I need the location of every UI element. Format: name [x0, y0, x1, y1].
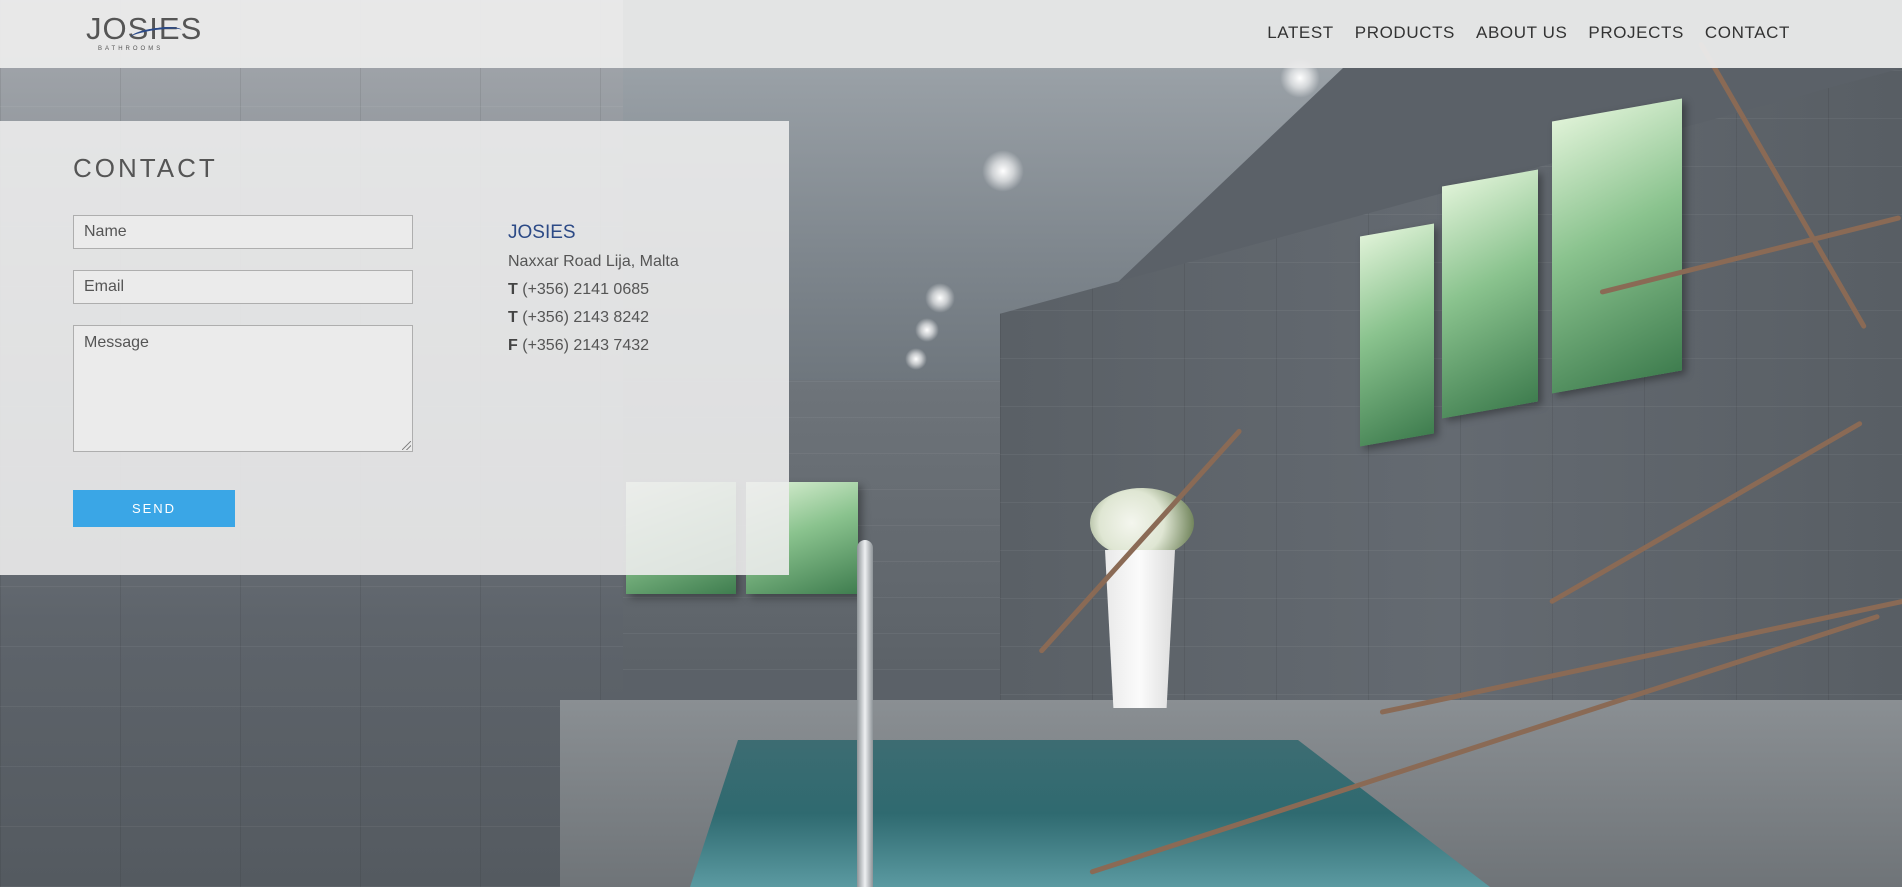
address: Naxxar Road Lija, Malta	[508, 253, 679, 270]
fax-line: F (+356) 2143 7432	[508, 332, 679, 360]
send-button[interactable]: SEND	[73, 490, 235, 527]
fax-prefix: F	[508, 337, 518, 354]
wall-artwork	[1552, 98, 1682, 394]
main-nav: LATEST PRODUCTS ABOUT US PROJECTS CONTAC…	[1267, 23, 1790, 43]
fax-number: (+356) 2143 7432	[522, 337, 650, 354]
contact-panel: CONTACT SEND JOSIES Naxxar Road Lija, Ma…	[0, 121, 789, 575]
phone-line: T (+356) 2141 0685	[508, 276, 679, 304]
company-name: JOSIES	[508, 222, 576, 243]
phone-prefix: T	[508, 281, 518, 298]
email-field[interactable]	[73, 270, 413, 304]
phone-number[interactable]: (+356) 2141 0685	[522, 281, 649, 298]
message-field[interactable]	[73, 325, 413, 452]
phone-prefix: T	[508, 309, 518, 326]
resize-handle-icon[interactable]	[402, 441, 411, 450]
ceiling-light	[982, 150, 1024, 192]
josies-logo[interactable]: JOSIES BATHROOMS	[86, 12, 201, 56]
contact-info: JOSIES Naxxar Road Lija, Malta T (+356) …	[508, 222, 679, 360]
ceiling-light	[915, 318, 939, 342]
phone-line: T (+356) 2143 8242	[508, 304, 679, 332]
nav-latest[interactable]: LATEST	[1267, 23, 1334, 43]
nav-about-us[interactable]: ABOUT US	[1476, 23, 1567, 43]
nav-projects[interactable]: PROJECTS	[1588, 23, 1683, 43]
pool-handrail	[857, 540, 873, 887]
ceiling-light	[905, 348, 927, 370]
site-header: JOSIES BATHROOMS LATEST PRODUCTS ABOUT U…	[0, 0, 1902, 68]
wall-artwork	[1442, 169, 1538, 419]
ceiling-light	[925, 283, 955, 313]
nav-products[interactable]: PRODUCTS	[1355, 23, 1455, 43]
page-title: CONTACT	[73, 153, 218, 183]
nav-contact[interactable]: CONTACT	[1705, 23, 1790, 43]
name-field[interactable]	[73, 215, 413, 249]
logo-subtext: BATHROOMS	[98, 46, 164, 52]
phone-number[interactable]: (+356) 2143 8242	[522, 309, 649, 326]
wall-artwork	[1360, 223, 1434, 447]
vase	[1105, 550, 1175, 708]
